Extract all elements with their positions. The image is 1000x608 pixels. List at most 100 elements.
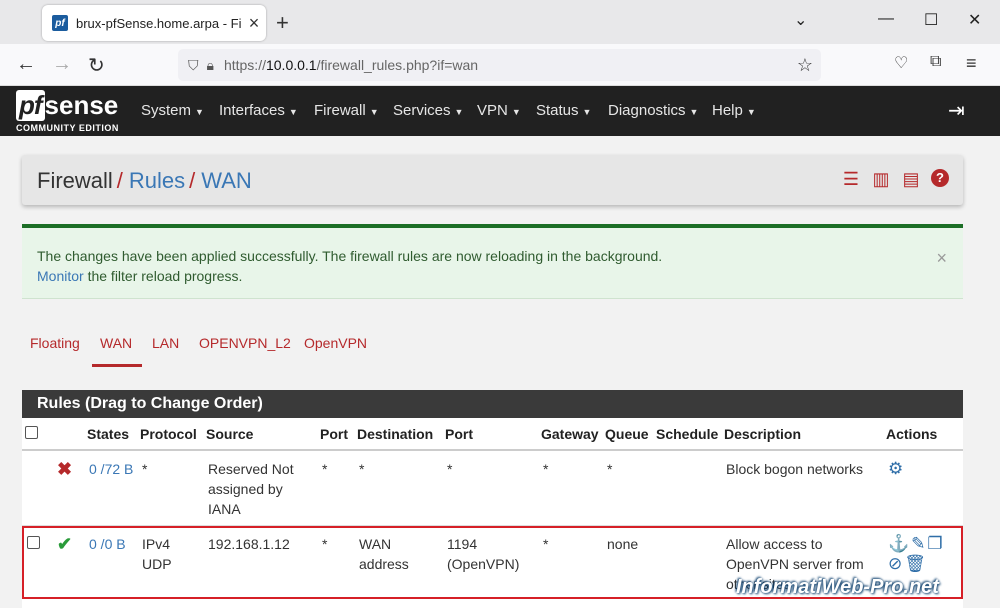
- menu-label: Firewall: [314, 102, 366, 119]
- alert-message-rest: the filter reload progress.: [83, 268, 243, 284]
- tab-list-chevron-icon[interactable]: ⌄: [794, 10, 807, 30]
- caret-down-icon: ▼: [454, 107, 464, 117]
- shield-icon[interactable]: ⛉: [188, 57, 199, 74]
- pocket-icon[interactable]: ♡: [894, 53, 908, 73]
- menu-status[interactable]: Status ▼: [536, 102, 591, 119]
- minimize-icon[interactable]: —: [878, 10, 894, 28]
- col-dest-port: Port: [442, 418, 538, 451]
- menu-label: Diagnostics: [608, 102, 686, 119]
- row-actions: ⚙: [883, 450, 963, 526]
- bar-chart-icon[interactable]: ▥: [871, 169, 891, 190]
- col-queue: Queue: [602, 418, 653, 451]
- tab-title: brux-pfSense.home.arpa - Firew: [76, 15, 242, 31]
- lock-icon[interactable]: 🔒︎: [207, 57, 214, 74]
- browser-tab[interactable]: pf brux-pfSense.home.arpa - Firew ×: [42, 5, 266, 41]
- menu-diagnostics[interactable]: Diagnostics ▼: [608, 102, 698, 119]
- browser-navbar: ← → ↻ ⛉ 🔒︎ https:// 10.0.0.1 /firewall_r…: [0, 44, 1000, 86]
- caret-down-icon: ▼: [582, 107, 592, 117]
- alert-close-icon[interactable]: ×: [936, 248, 947, 269]
- new-tab-icon[interactable]: +: [276, 10, 289, 36]
- tab-openvpn[interactable]: OpenVPN: [304, 335, 367, 351]
- window-close-icon[interactable]: ✕: [968, 10, 981, 30]
- caret-down-icon: ▼: [369, 107, 379, 117]
- logout-icon[interactable]: ⇥: [948, 98, 965, 123]
- success-alert: The changes have been applied successful…: [22, 224, 963, 299]
- tab-lan[interactable]: LAN: [152, 335, 179, 351]
- forward-icon[interactable]: →: [52, 53, 72, 76]
- row-select: [22, 450, 52, 526]
- monitor-link[interactable]: Monitor: [37, 268, 84, 284]
- row-schedule: [653, 450, 721, 526]
- tab-wan[interactable]: WAN: [92, 335, 143, 367]
- table-row[interactable]: ✖ 0 /72 B * Reserved Not assigned by IAN…: [22, 450, 963, 526]
- tab-openvpn-l2[interactable]: OPENVPN_L2: [199, 335, 291, 351]
- logo-sense: sense: [44, 90, 119, 120]
- url-path: /firewall_rules.php?if=wan: [316, 57, 479, 73]
- rules-panel-title: Rules (Drag to Change Order): [22, 390, 963, 418]
- bookmark-star-icon[interactable]: ☆: [797, 55, 813, 76]
- states-link[interactable]: 0 /72 B: [89, 461, 133, 477]
- url-host: 10.0.0.1: [265, 57, 317, 73]
- menu-help[interactable]: Help ▼: [712, 102, 756, 119]
- menu-label: Interfaces: [219, 102, 285, 119]
- col-protocol: Protocol: [137, 418, 203, 451]
- menu-firewall[interactable]: Firewall ▼: [314, 102, 379, 119]
- breadcrumb-sep: /: [116, 168, 123, 193]
- row-source: Reserved Not assigned by IANA: [203, 450, 317, 526]
- row-states: 0 /72 B: [84, 450, 137, 526]
- row-destination: *: [354, 450, 442, 526]
- back-icon[interactable]: ←: [16, 53, 36, 76]
- gear-icon[interactable]: ⚙: [888, 459, 903, 478]
- row-description: Block bogon networks: [721, 450, 883, 526]
- page-title: Firewall / Rules / WAN: [37, 168, 252, 194]
- app-menu-icon[interactable]: ≡: [966, 53, 977, 74]
- table-header-row: States Protocol Source Port Destination …: [22, 418, 963, 451]
- pfsense-header: pf sense COMMUNITY EDITION System ▼ Interf…: [0, 86, 1000, 136]
- menu-vpn[interactable]: VPN ▼: [477, 102, 521, 119]
- select-all-checkbox[interactable]: [25, 425, 38, 439]
- breadcrumb-wan[interactable]: WAN: [201, 168, 252, 193]
- block-x-icon: ✖: [57, 459, 73, 479]
- pfsense-logo[interactable]: pf sense COMMUNITY EDITION: [16, 90, 119, 133]
- col-destination: Destination: [354, 418, 442, 451]
- row-source-port: *: [317, 450, 354, 526]
- help-icon[interactable]: ?: [931, 169, 949, 187]
- logo-pf: pf: [16, 90, 45, 121]
- address-bar[interactable]: ⛉ 🔒︎ https:// 10.0.0.1 /firewall_rules.p…: [178, 49, 821, 81]
- tab-close-icon[interactable]: ×: [242, 13, 266, 34]
- breadcrumb-firewall: Firewall: [37, 168, 113, 193]
- col-actions: Actions: [883, 418, 963, 451]
- select-all-header[interactable]: [22, 418, 52, 451]
- list-icon[interactable]: ▤: [901, 169, 921, 190]
- row-status: ✖: [52, 450, 84, 526]
- col-source-port: Port: [317, 418, 354, 451]
- menu-label: Services: [393, 102, 451, 119]
- caret-down-icon: ▼: [195, 107, 204, 117]
- alert-message-2: Monitor the filter reload progress.: [37, 268, 242, 284]
- row-queue: *: [602, 450, 653, 526]
- breadcrumb-sep: /: [189, 168, 196, 193]
- breadcrumb-rules[interactable]: Rules: [129, 168, 185, 193]
- menu-system[interactable]: System ▼: [141, 102, 204, 119]
- col-source: Source: [203, 418, 317, 451]
- menu-services[interactable]: Services ▼: [393, 102, 463, 119]
- status-header: [52, 418, 84, 451]
- row-protocol: *: [137, 450, 203, 526]
- caret-down-icon: ▼: [689, 107, 699, 117]
- pfsense-favicon-icon: pf: [52, 15, 68, 31]
- breadcrumb: Firewall / Rules / WAN ☰ ▥ ▤ ?: [22, 155, 963, 205]
- url-scheme: https://: [223, 57, 266, 73]
- row-dest-port: *: [442, 450, 538, 526]
- maximize-icon[interactable]: ☐: [924, 10, 938, 30]
- sliders-icon[interactable]: ☰: [841, 169, 861, 190]
- menu-label: Status: [536, 102, 579, 119]
- menu-label: System: [141, 102, 192, 119]
- col-states: States: [84, 418, 137, 451]
- reload-icon[interactable]: ↻: [88, 53, 105, 78]
- col-gateway: Gateway: [538, 418, 602, 451]
- caret-down-icon: ▼: [746, 107, 756, 117]
- tab-floating[interactable]: Floating: [30, 335, 80, 351]
- row-gateway: *: [538, 450, 602, 526]
- menu-interfaces[interactable]: Interfaces ▼: [219, 102, 298, 119]
- extensions-icon[interactable]: ⧉: [930, 53, 941, 71]
